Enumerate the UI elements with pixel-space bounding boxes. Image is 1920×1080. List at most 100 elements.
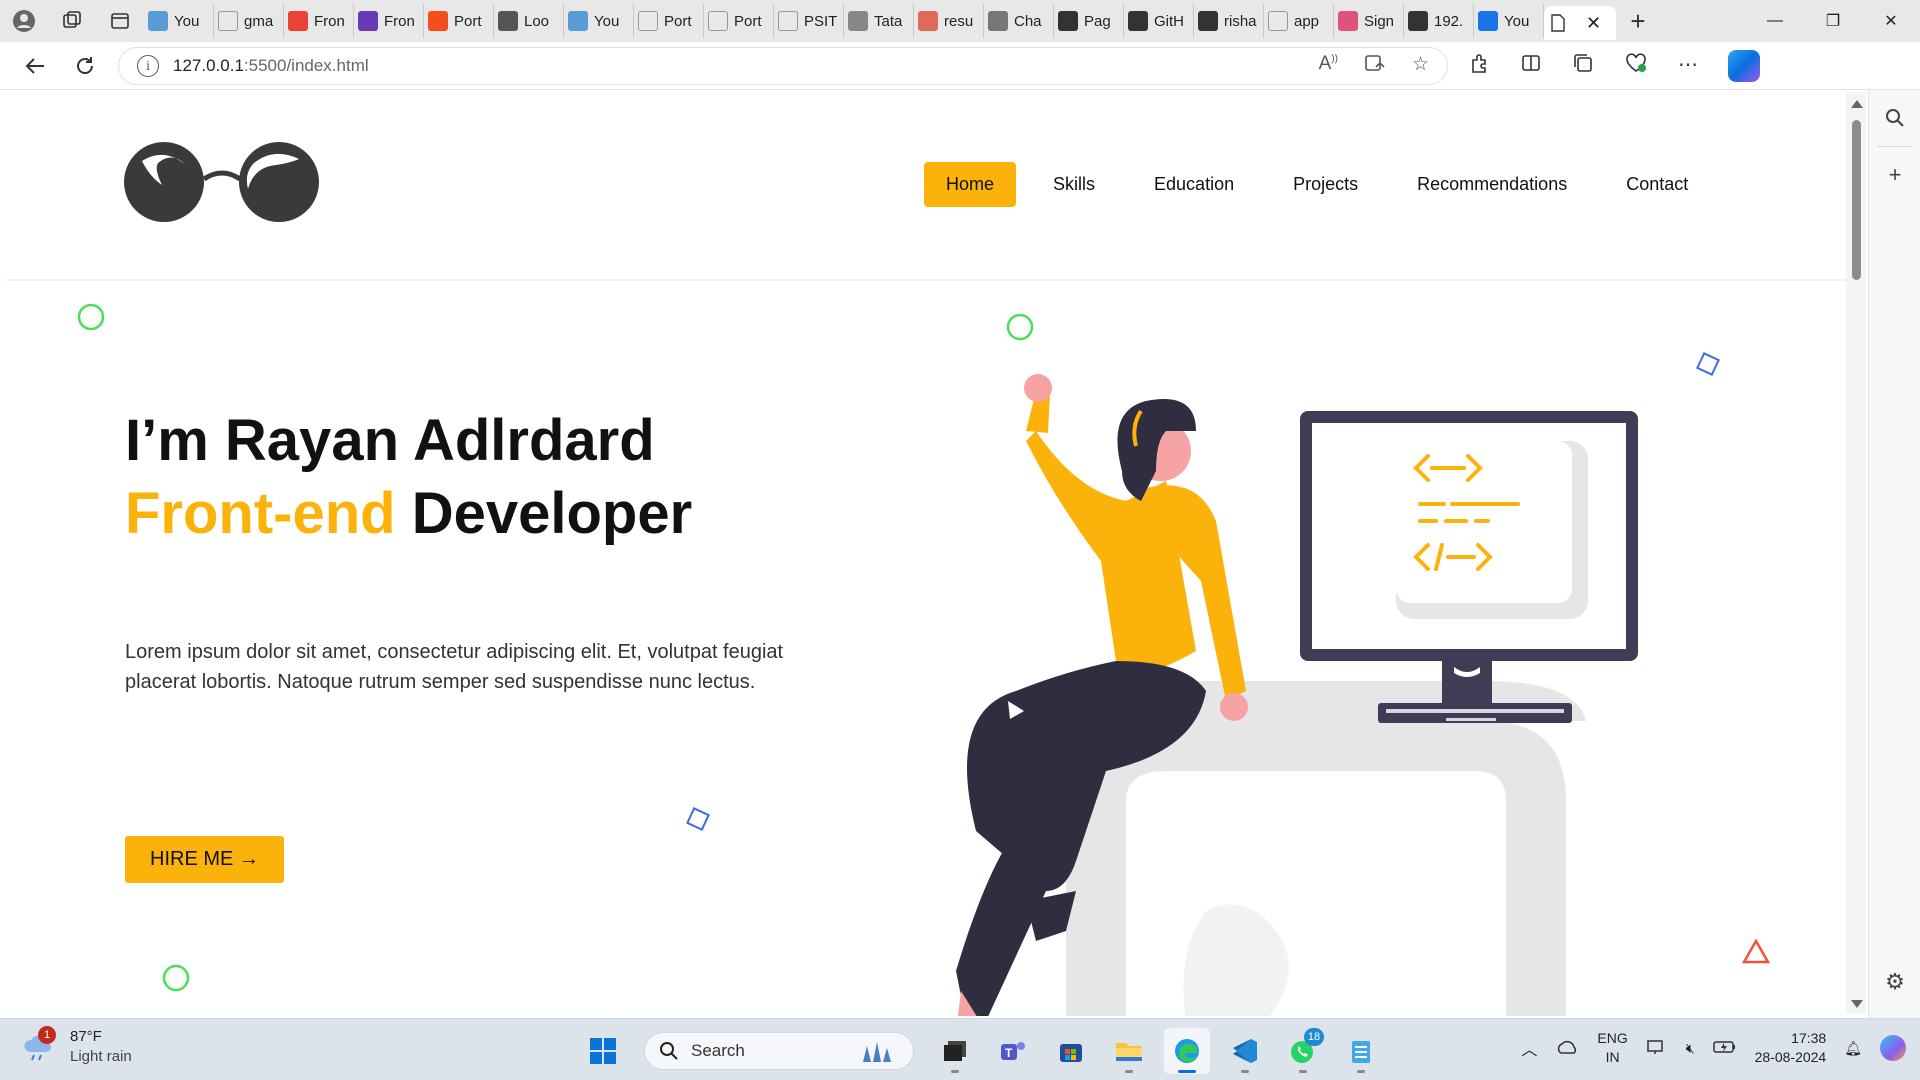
- browser-tab[interactable]: app: [1264, 4, 1334, 38]
- search-icon: [1268, 11, 1288, 31]
- s-logo-icon: [498, 11, 518, 31]
- back-button[interactable]: [10, 42, 60, 90]
- browser-tab[interactable]: Pag: [1054, 4, 1124, 38]
- browser-tab[interactable]: Fron: [354, 4, 424, 38]
- vscode-app[interactable]: [1222, 1028, 1268, 1074]
- figma-icon: [428, 11, 448, 31]
- scroll-up-arrow[interactable]: [1851, 100, 1863, 108]
- taskbar-apps: Search T 18: [580, 1028, 1384, 1074]
- tab-label: Sign: [1364, 12, 1395, 30]
- split-screen-icon[interactable]: [1520, 52, 1542, 80]
- start-button[interactable]: [580, 1028, 626, 1074]
- s-logo-icon: [148, 11, 168, 31]
- scrollbar-thumb[interactable]: [1852, 120, 1861, 280]
- notifications-bell-icon[interactable]: 🔔︎: [1844, 1040, 1862, 1057]
- restore-button[interactable]: ❐: [1804, 0, 1862, 42]
- s-logo-icon: [568, 11, 588, 31]
- tab-actions-icon[interactable]: [96, 0, 144, 42]
- language-line2: IN: [1605, 1049, 1620, 1065]
- battery-icon[interactable]: [1712, 1040, 1737, 1057]
- tab-label: Loo: [524, 12, 550, 30]
- browser-tab[interactable]: Tata: [844, 4, 914, 38]
- nav-recommendations[interactable]: Recommendations: [1395, 162, 1589, 207]
- language-indicator[interactable]: ENG IN: [1597, 1029, 1627, 1067]
- tab-label: Port: [664, 12, 692, 30]
- store-app[interactable]: [1048, 1028, 1094, 1074]
- browser-tab[interactable]: risha: [1194, 4, 1264, 38]
- edge-sidebar: + ⚙: [1868, 90, 1920, 1018]
- notepad-app[interactable]: [1338, 1028, 1384, 1074]
- volume-muted-icon[interactable]: 🔇︎: [1686, 1040, 1695, 1057]
- browser-tab[interactable]: Port: [634, 4, 704, 38]
- copilot-taskbar-icon[interactable]: [1880, 1035, 1906, 1061]
- site-logo[interactable]: [124, 139, 320, 230]
- nav-education[interactable]: Education: [1132, 162, 1256, 207]
- tab-label: Tata: [874, 12, 903, 30]
- refresh-button[interactable]: [60, 42, 110, 90]
- close-window-button[interactable]: ✕: [1862, 0, 1920, 42]
- nav-projects[interactable]: Projects: [1271, 162, 1380, 207]
- browser-tab[interactable]: You: [564, 4, 634, 38]
- more-options-icon[interactable]: ⋯: [1678, 52, 1698, 80]
- browser-essentials-icon[interactable]: [1624, 52, 1648, 80]
- sidebar-settings-icon[interactable]: ⚙: [1869, 954, 1920, 1010]
- site-info-icon[interactable]: i: [137, 54, 159, 77]
- workspaces-icon[interactable]: [48, 0, 96, 42]
- read-aloud-icon[interactable]: A)): [1319, 53, 1338, 79]
- extensions-icon[interactable]: [1468, 52, 1490, 80]
- page-scrollbar[interactable]: [1846, 92, 1866, 1014]
- whatsapp-badge: 18: [1304, 1028, 1324, 1046]
- new-tab-button[interactable]: +: [1616, 0, 1660, 42]
- teams-app[interactable]: T: [990, 1028, 1036, 1074]
- browser-tab[interactable]: gma: [214, 4, 284, 38]
- browser-tab[interactable]: GitH: [1124, 4, 1194, 38]
- browser-tab[interactable]: Fron: [284, 4, 354, 38]
- scroll-down-arrow[interactable]: [1851, 1000, 1863, 1008]
- nav-skills[interactable]: Skills: [1031, 162, 1117, 207]
- browser-tab[interactable]: 192.: [1404, 4, 1474, 38]
- task-view-app[interactable]: [932, 1028, 978, 1074]
- github-icon: [1198, 11, 1218, 31]
- address-bar[interactable]: i 127.0.0.1:5500/index.html A)) ☆: [118, 46, 1448, 85]
- edge-app[interactable]: [1164, 1028, 1210, 1074]
- rain-cloud-icon: 1: [22, 1026, 56, 1062]
- browser-tab[interactable]: Port: [424, 4, 494, 38]
- settings-page-icon: [1408, 11, 1428, 31]
- immersive-reader-icon[interactable]: [1364, 53, 1386, 79]
- file-explorer-app[interactable]: [1106, 1028, 1152, 1074]
- profile-icon[interactable]: [0, 0, 48, 42]
- whatsapp-app[interactable]: 18: [1280, 1028, 1326, 1074]
- browser-tab[interactable]: Cha: [984, 4, 1054, 38]
- browser-tab[interactable]: You: [1474, 4, 1544, 38]
- favorite-star-icon[interactable]: ☆: [1412, 53, 1429, 79]
- network-icon[interactable]: [1646, 1038, 1668, 1059]
- browser-tab[interactable]: resu: [914, 4, 984, 38]
- tab-label: Port: [454, 12, 482, 30]
- browser-tab[interactable]: PSIT: [774, 4, 844, 38]
- copilot-icon[interactable]: [1728, 49, 1760, 82]
- onedrive-icon[interactable]: [1555, 1039, 1579, 1058]
- clock-date: 28-08-2024: [1754, 1049, 1827, 1065]
- clock[interactable]: 17:38 28-08-2024: [1755, 1029, 1827, 1067]
- browser-tab[interactable]: Loo: [494, 4, 564, 38]
- tab-label: risha: [1224, 12, 1257, 30]
- collections-icon[interactable]: [1572, 52, 1594, 80]
- taskbar-search[interactable]: Search: [644, 1032, 914, 1070]
- green-circle-decoration: [77, 303, 105, 331]
- green-circle-decoration: [162, 964, 190, 992]
- chevron-up-icon[interactable]: ︿: [1521, 1036, 1537, 1060]
- nav-contact[interactable]: Contact: [1604, 162, 1710, 207]
- browser-tab[interactable]: You: [144, 4, 214, 38]
- tab-label: GitH: [1154, 12, 1184, 30]
- browser-tab[interactable]: Sign: [1334, 4, 1404, 38]
- sidebar-search-icon[interactable]: [1869, 90, 1920, 146]
- tab-active[interactable]: ✕: [1544, 6, 1616, 40]
- weather-widget[interactable]: 1 87°F Light rain: [22, 1026, 132, 1067]
- url-path: :5500/index.html: [243, 55, 369, 75]
- sidebar-add-icon[interactable]: +: [1869, 147, 1920, 203]
- hire-me-button[interactable]: HIRE ME →: [125, 836, 284, 883]
- minimize-button[interactable]: —: [1746, 0, 1804, 42]
- nav-home[interactable]: Home: [924, 162, 1017, 207]
- close-icon[interactable]: ✕: [1586, 13, 1601, 34]
- browser-tab[interactable]: Port: [704, 4, 774, 38]
